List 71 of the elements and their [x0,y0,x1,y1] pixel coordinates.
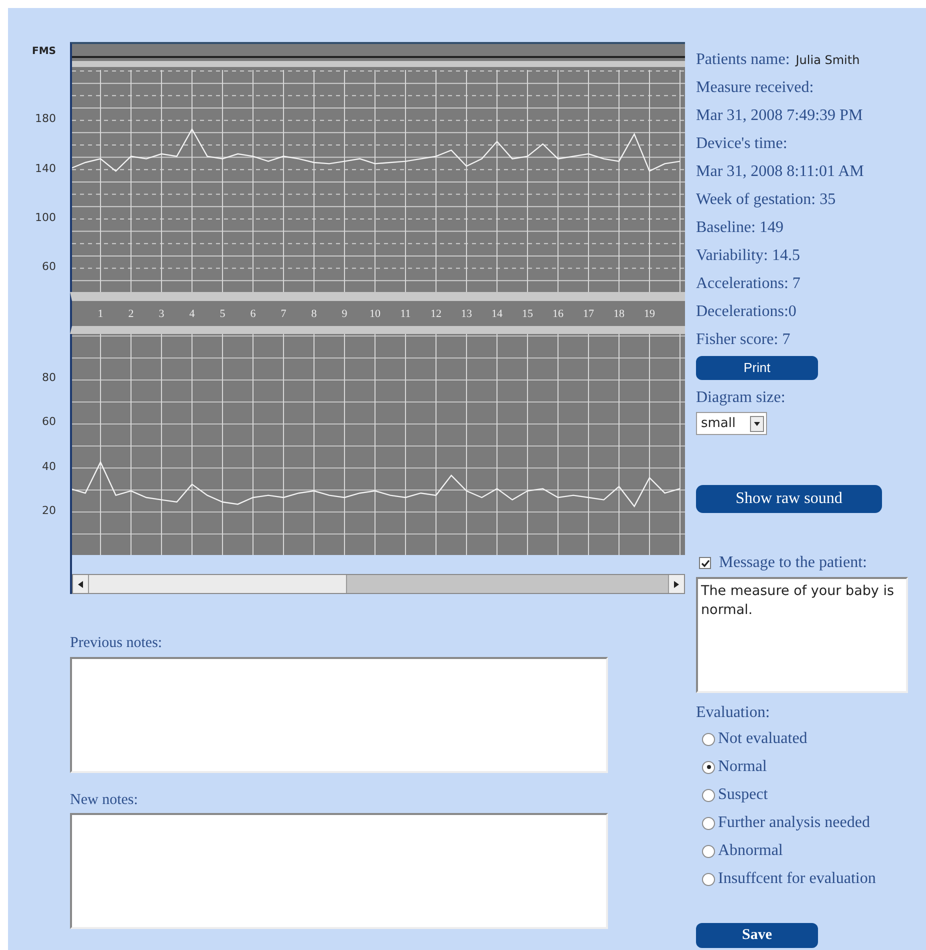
message-checkbox[interactable] [699,557,711,569]
radio-button[interactable] [702,872,715,886]
radio-button[interactable] [702,788,715,802]
time-tick: 13 [461,307,472,322]
notes-field[interactable] [70,656,608,772]
time-tick: 8 [311,307,317,322]
time-tick: 18 [614,307,624,322]
info-text: Device's time: [696,134,788,154]
info-text: Week of gestation: 35 [696,190,836,210]
scroll-left-button[interactable] [73,575,89,593]
radio-label: Not evaluated [718,729,808,749]
time-tick: 6 [250,307,256,322]
axis-title: FMS [32,45,56,59]
size-dropdown[interactable]: small [696,412,767,435]
radio-label: Abnormal [718,841,783,861]
field-label: Evaluation: [696,703,771,723]
time-tick: 16 [552,307,564,322]
info-text: Baseline: 149 [696,218,784,238]
time-tick: 14 [492,307,502,322]
time-tick: 15 [522,307,533,322]
info-text: Measure received: [696,78,814,98]
radio-button[interactable] [702,816,715,830]
time-tick: 10 [370,307,380,322]
raw-sound-button[interactable]: Show raw sound [696,485,882,513]
info-text: Accelerations: 7 [696,274,800,294]
scroll-thumb[interactable] [89,575,347,593]
axis-tick: 60 [42,414,56,430]
axis-tick: 60 [42,259,56,276]
notes-field[interactable] [70,813,608,929]
scroll-right-button[interactable] [668,575,684,593]
print-button[interactable]: Print [696,356,818,380]
axis-tick: 100 [35,210,56,226]
radio-label: Normal [718,757,767,777]
time-tick: 5 [220,307,226,322]
radio-label: Insuffcent for evaluation [718,869,876,889]
notes-label: Previous notes: [70,634,164,653]
patient-name: Julia Smith [796,52,860,69]
time-tick: 3 [158,307,164,322]
field-label: Patients name: [696,50,790,70]
notes-label: New notes: [70,790,139,810]
axis-tick: 20 [42,502,56,519]
info-text: Mar 31, 2008 8:11:01 AM [696,162,864,182]
time-tick: 7 [280,307,286,322]
time-tick: 11 [400,307,411,322]
time-tick: 4 [189,307,195,322]
info-text: Decelerations:0 [696,302,796,322]
save-button[interactable]: Save [696,923,818,948]
left-arrow-icon [78,580,83,588]
info-text: Fisher score: 7 [696,330,790,350]
axis-tick: 40 [42,458,56,475]
checkbox-label: Message to the patient: [719,553,867,573]
time-tick: 12 [430,307,442,322]
right-arrow-icon [674,580,679,588]
radio-button[interactable] [702,760,715,774]
radio-label: Further analysis needed [718,813,870,833]
radio-button[interactable] [702,844,715,858]
info-text: Mar 31, 2008 7:49:39 PM [696,106,863,126]
axis-tick: 180 [35,111,56,128]
message-field[interactable]: The measure of your baby is normal. [696,577,908,693]
axis-tick: 140 [35,160,56,177]
radio-label: Suspect [718,785,768,805]
time-tick: 19 [644,307,655,322]
time-tick: 17 [583,307,594,322]
axis-tick: 80 [42,370,56,386]
time-tick: 9 [342,307,348,322]
radio-button[interactable] [702,732,715,746]
time-tick: 2 [128,307,134,322]
scrollbar-track[interactable] [72,574,685,594]
field-label: Diagram size: [696,388,786,408]
info-text: Variability: 14.5 [696,246,800,266]
time-tick: 1 [98,307,104,322]
